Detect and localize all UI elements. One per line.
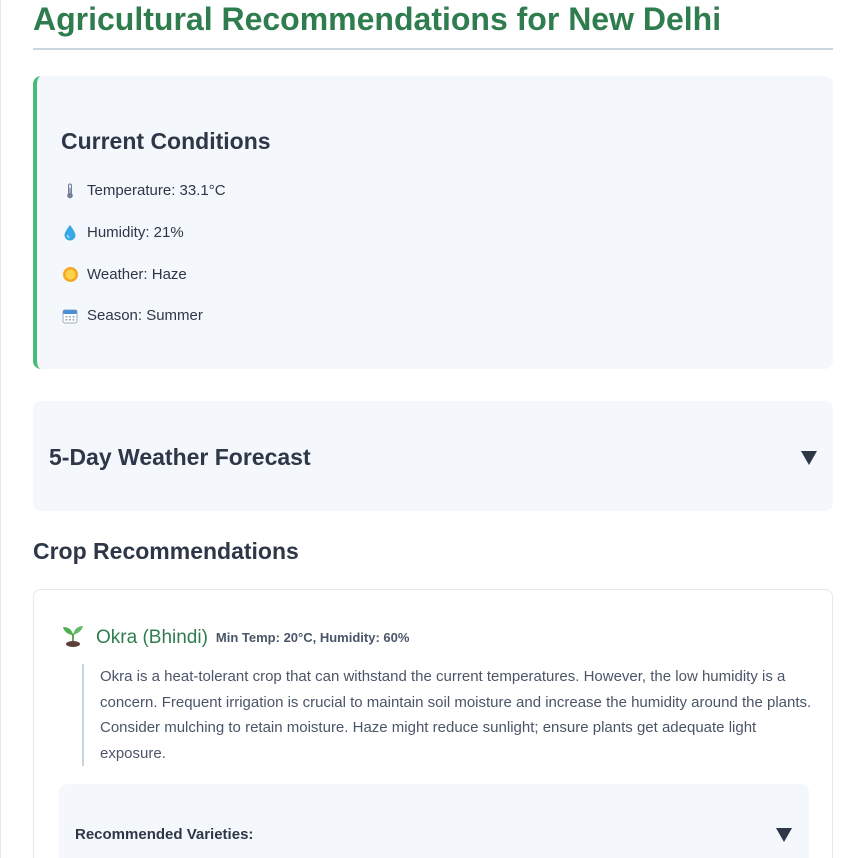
- crop-recommendations-heading: Crop Recommendations: [33, 538, 299, 564]
- crop-description: Okra is a heat-tolerant crop that can wi…: [82, 664, 812, 766]
- crop-name: Okra (Bhindi): [96, 626, 208, 648]
- temperature-row: Temperature: 33.1°C: [61, 182, 226, 199]
- crop-card: Okra (Bhindi) Min Temp: 20°C, Humidity: …: [33, 589, 833, 858]
- seedling-icon: [60, 622, 86, 653]
- season-text: Season: Summer: [87, 307, 203, 324]
- crop-requirements: Min Temp: 20°C, Humidity: 60%: [215, 630, 410, 645]
- page-edge-divider: [0, 0, 1, 858]
- humidity-row: Humidity: 21%: [61, 224, 184, 241]
- page-title: Agricultural Recommendations for New Del…: [33, 0, 833, 50]
- page: Agricultural Recommendations for New Del…: [0, 0, 848, 858]
- calendar-icon: [61, 308, 79, 324]
- temperature-text: Temperature: 33.1°C: [87, 182, 226, 199]
- humidity-text: Humidity: 21%: [87, 224, 184, 241]
- weather-row: Weather: Haze: [61, 266, 187, 283]
- forecast-accordion[interactable]: 5-Day Weather Forecast: [33, 401, 833, 511]
- forecast-heading: 5-Day Weather Forecast: [49, 444, 311, 470]
- expand-arrow-icon[interactable]: [801, 451, 817, 465]
- weather-text: Weather: Haze: [87, 266, 187, 283]
- recommended-varieties-accordion[interactable]: Recommended Varieties:: [59, 784, 809, 858]
- droplet-icon: [61, 224, 79, 241]
- season-row: Season: Summer: [61, 307, 203, 324]
- expand-arrow-icon[interactable]: [776, 828, 792, 842]
- current-conditions-panel: Current Conditions Temperature: 33.1°C H…: [33, 76, 833, 369]
- varieties-label: Recommended Varieties:: [75, 826, 254, 843]
- conditions-heading: Current Conditions: [61, 128, 271, 154]
- sun-icon: [61, 266, 79, 283]
- crop-header: Okra (Bhindi) Min Temp: 20°C, Humidity: …: [60, 622, 409, 653]
- thermometer-icon: [61, 183, 79, 199]
